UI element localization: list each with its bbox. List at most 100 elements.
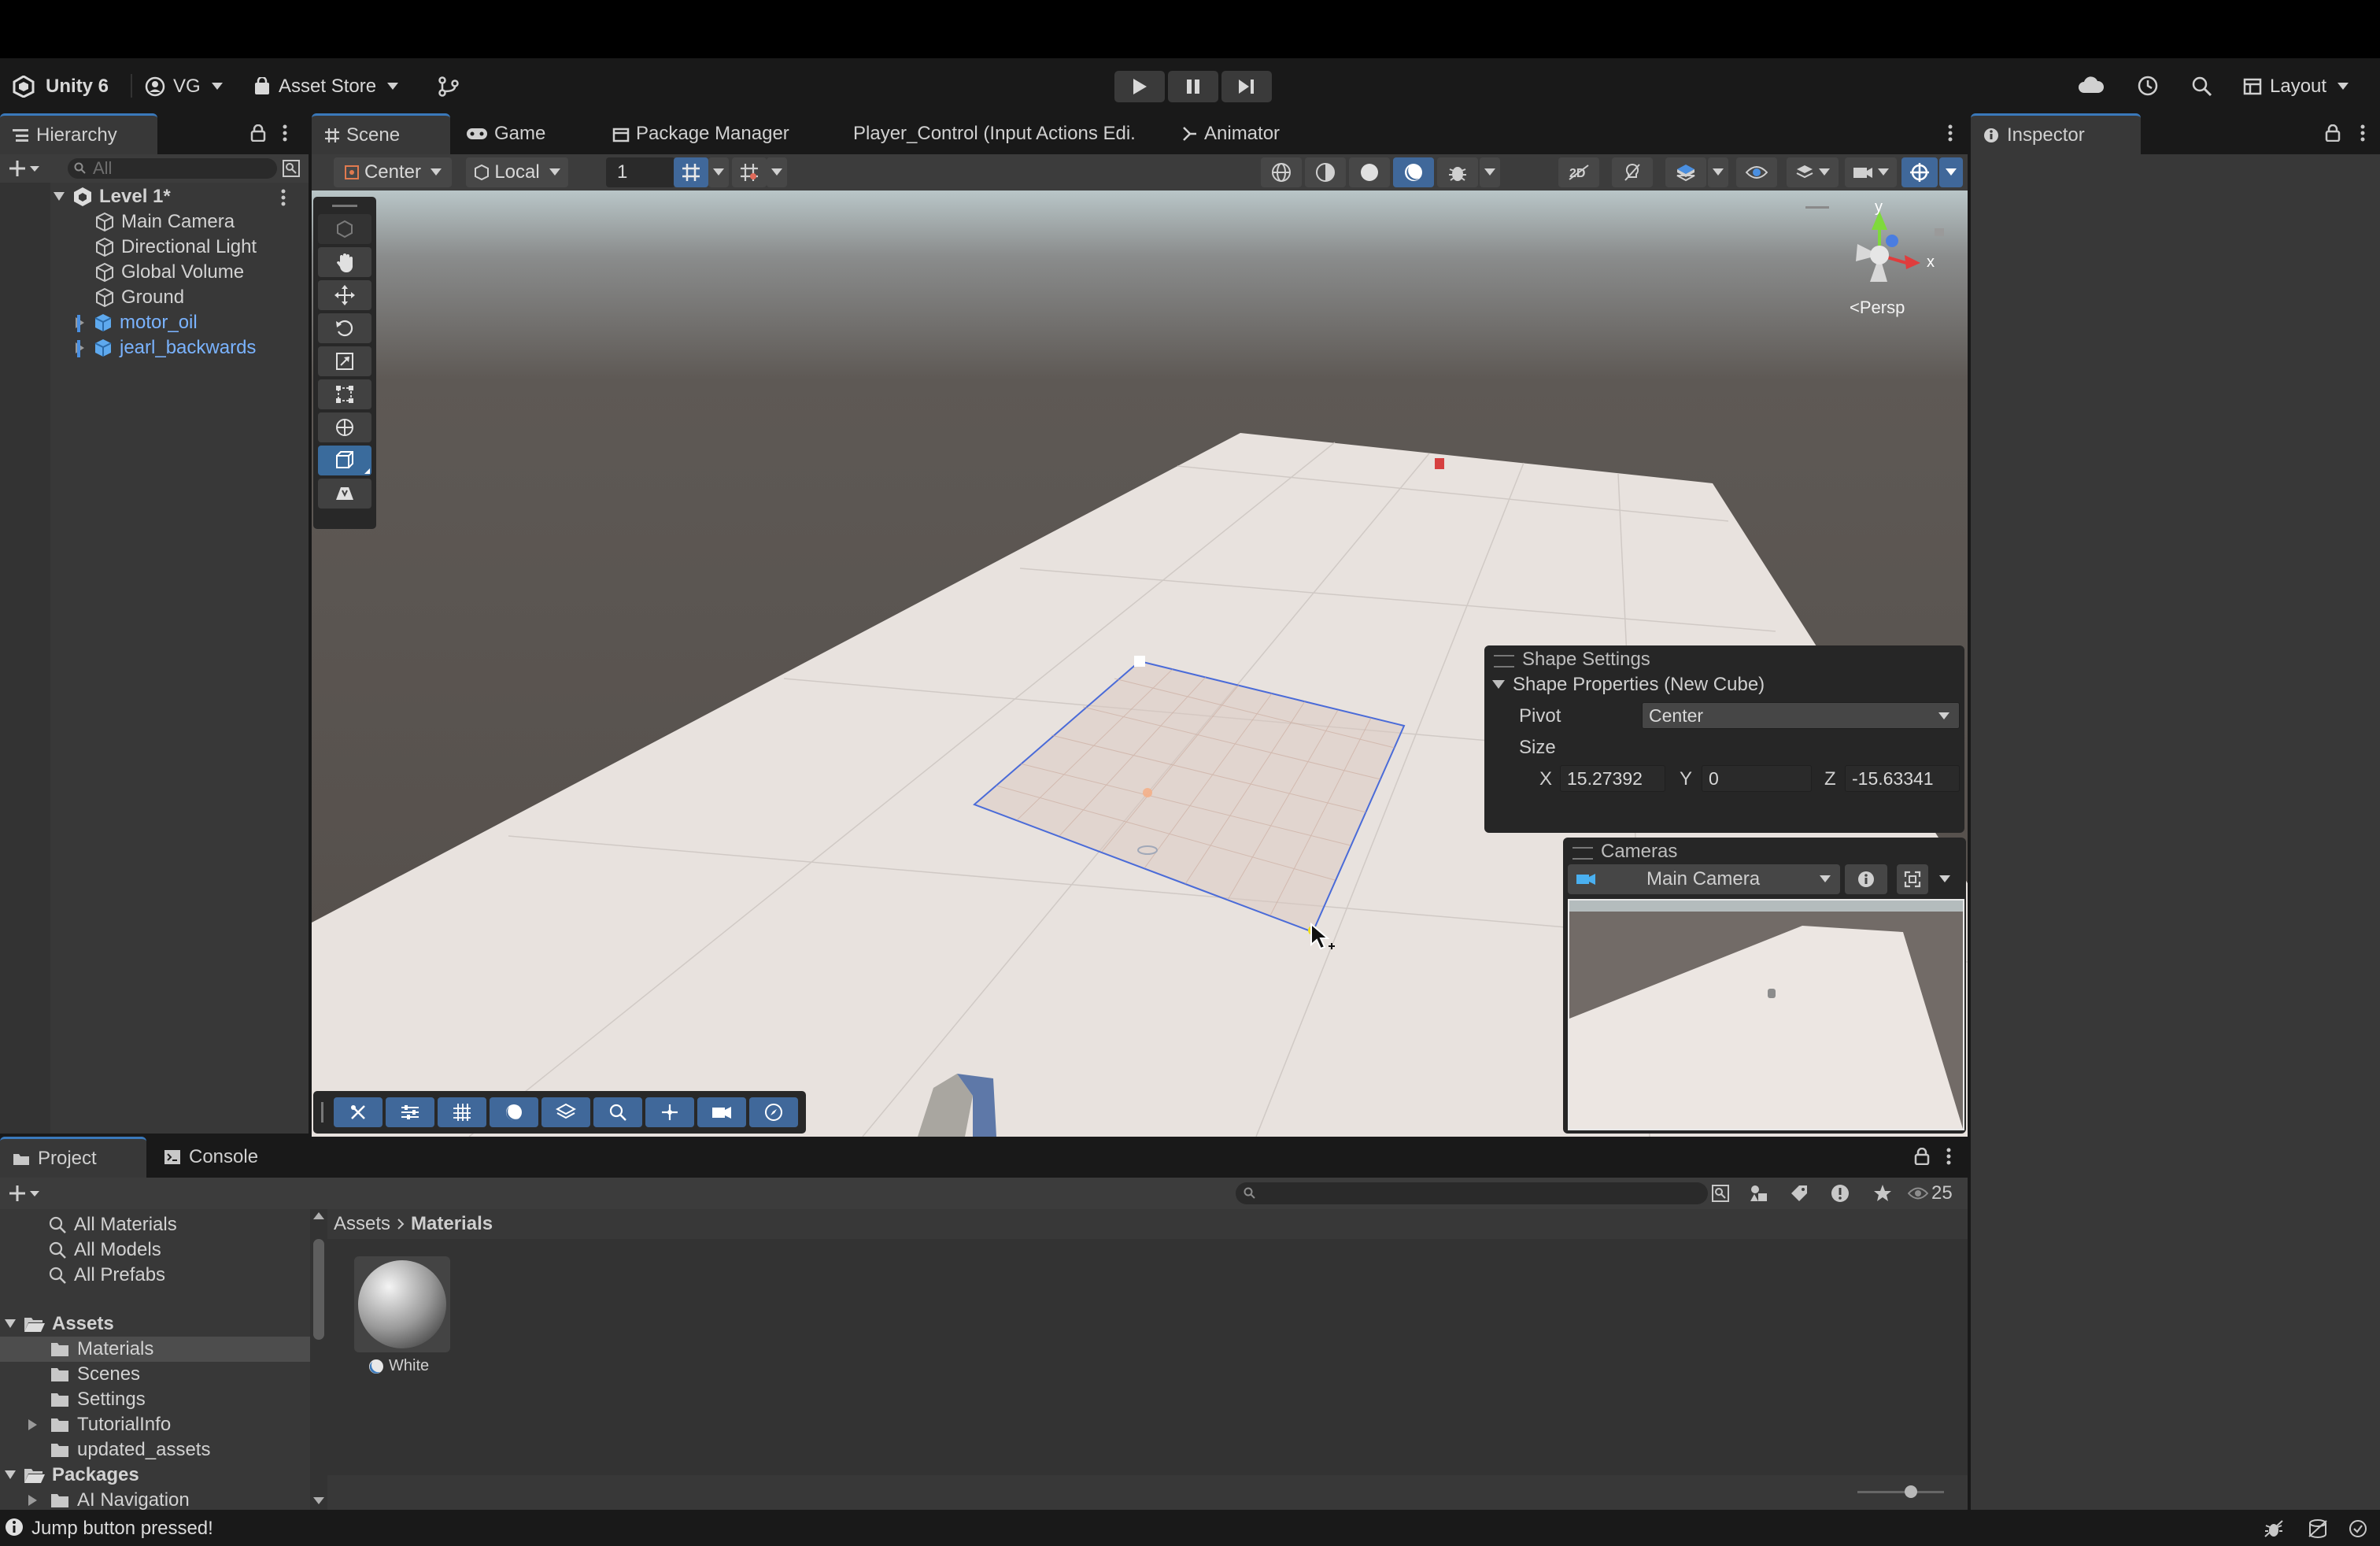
pause-button[interactable] (1168, 71, 1218, 102)
hierarchy-item[interactable]: Ground (0, 285, 307, 310)
layout-dropdown[interactable]: Layout (2243, 72, 2369, 101)
layers-overlay-button[interactable] (541, 1097, 590, 1127)
overlay-drag-handle[interactable] (1494, 655, 1514, 668)
scale-tool-button[interactable] (318, 346, 371, 376)
hierarchy-item[interactable]: Global Volume (0, 260, 307, 285)
project-search-input[interactable] (1236, 1182, 1708, 1204)
add-plus-icon[interactable] (8, 159, 39, 178)
warning-filter-icon[interactable] (1831, 1184, 1850, 1203)
effects-dropdown[interactable] (1708, 157, 1728, 187)
version-control-icon[interactable] (438, 76, 460, 98)
grid-overlay-button[interactable] (438, 1097, 486, 1127)
folder-item-tutorialinfo[interactable]: TutorialInfo (28, 1412, 171, 1437)
scene-viewport[interactable]: y x <Persp Shape Settings Shape Properti… (312, 190, 1968, 1137)
debug-draw-button[interactable] (1437, 157, 1478, 187)
scrollbar-thumb[interactable] (313, 1239, 324, 1340)
kebab-menu-icon[interactable] (280, 189, 286, 206)
folder-item-updated-assets[interactable]: updated_assets (50, 1437, 210, 1463)
search-filter-icon[interactable] (1711, 1184, 1730, 1203)
play-button[interactable] (1114, 71, 1165, 102)
account-dropdown[interactable]: VG (145, 72, 231, 101)
cache-server-icon[interactable] (2308, 1519, 2328, 1538)
history-icon[interactable] (2136, 74, 2160, 98)
rotate-tool-button[interactable] (318, 313, 371, 343)
scroll-down-icon[interactable] (313, 1497, 324, 1505)
asset-tile-white[interactable]: White (354, 1256, 450, 1374)
tab-project[interactable]: Project (0, 1137, 146, 1178)
packages-root-item[interactable]: Packages (5, 1463, 139, 1488)
tab-input-actions[interactable]: Player_Control (Input Actions Edi. (841, 113, 1155, 154)
tab-console[interactable]: Console (151, 1137, 293, 1178)
lock-icon[interactable] (1914, 1148, 1930, 1165)
tab-animator[interactable]: Animator (1170, 113, 1327, 154)
grid-snap-dropdown[interactable] (708, 157, 729, 187)
gizmos-dropdown[interactable] (1939, 157, 1963, 187)
hierarchy-item[interactable]: Main Camera (0, 209, 307, 235)
zoom-slider-thumb[interactable] (1905, 1485, 1917, 1498)
size-x-field[interactable]: 15.27392 (1560, 765, 1665, 792)
lock-icon[interactable] (250, 124, 266, 142)
hand-tool-button[interactable] (318, 247, 371, 277)
draw-mode-unlit-button[interactable] (1349, 157, 1390, 187)
scene-root-item[interactable]: Level 1* (0, 184, 307, 209)
grid-snap-toggle[interactable] (674, 157, 708, 187)
overlay-drag-handle[interactable] (321, 1102, 323, 1123)
folder-tree-scrollbar[interactable] (310, 1209, 327, 1510)
compass-overlay-button[interactable] (749, 1097, 798, 1127)
search-icon[interactable] (2191, 76, 2213, 98)
search-filter-icon[interactable] (282, 159, 301, 178)
draw-mode-shaded-button[interactable] (1393, 157, 1434, 187)
grid-size-field[interactable]: 1 (606, 157, 675, 187)
kebab-menu-icon[interactable] (282, 124, 288, 142)
tab-game[interactable]: Game (453, 113, 595, 154)
toggle-audio-button[interactable] (1665, 157, 1706, 187)
search-overlay-button[interactable] (593, 1097, 642, 1127)
overlay-drag-handle[interactable] (332, 205, 357, 207)
filter-by-label-icon[interactable] (1790, 1184, 1809, 1203)
toggle-lighting-button[interactable] (1612, 157, 1653, 187)
camera-overlay-button[interactable] (697, 1097, 746, 1127)
size-z-field[interactable]: -15.63341 (1845, 765, 1960, 792)
step-button[interactable] (1221, 71, 1272, 102)
cloud-icon[interactable] (2078, 76, 2105, 96)
probuilder-shape-tool-button[interactable] (318, 446, 371, 475)
folder-item-settings[interactable]: Settings (50, 1387, 146, 1412)
status-message[interactable]: Jump button pressed! (31, 1518, 213, 1540)
filter-by-type-icon[interactable] (1749, 1184, 1769, 1203)
tab-inspector[interactable]: Inspector (1971, 113, 2141, 154)
custom-tool-button[interactable] (318, 479, 371, 509)
folder-item-materials[interactable]: Materials (0, 1337, 310, 1362)
kebab-menu-icon[interactable] (2360, 124, 2366, 142)
favorite-star-icon[interactable] (1873, 1184, 1892, 1203)
camera-settings-dropdown[interactable] (1845, 157, 1897, 187)
camera-options-dropdown[interactable] (1930, 864, 1960, 894)
adjust-settings-button[interactable] (386, 1097, 434, 1127)
camera-select-dropdown[interactable]: Main Camera (1568, 864, 1840, 894)
layers-visibility-dropdown[interactable] (1787, 157, 1839, 187)
debug-draw-dropdown[interactable] (1480, 157, 1500, 187)
collapse-arrow-icon[interactable] (1492, 680, 1505, 690)
add-plus-icon[interactable] (8, 1184, 39, 1203)
size-y-field[interactable]: 0 (1702, 765, 1812, 792)
camera-inspect-button[interactable] (1845, 864, 1887, 894)
projection-toggle[interactable]: <Persp (1850, 298, 1905, 318)
debug-mode-icon[interactable] (2264, 1519, 2284, 1538)
breadcrumb-item[interactable]: Materials (411, 1213, 493, 1235)
kebab-menu-icon[interactable] (1947, 124, 1953, 142)
tab-package-manager[interactable]: Package Manager (600, 113, 828, 154)
gizmo-drag-handle[interactable] (1805, 206, 1829, 209)
hidden-packages-toggle[interactable]: 25 (1908, 1182, 1953, 1204)
breadcrumb-item[interactable]: Assets (334, 1213, 390, 1235)
draw-mode-wireframe-button[interactable] (1261, 157, 1302, 187)
progress-check-icon[interactable] (2349, 1519, 2367, 1538)
lock-icon[interactable] (2325, 124, 2341, 142)
move-tool-button[interactable] (318, 280, 371, 310)
pivot-rotation-dropdown[interactable]: Local (466, 157, 568, 187)
hierarchy-search-input[interactable]: All (68, 158, 277, 179)
favorite-search-item[interactable]: All Models (49, 1237, 161, 1263)
view-tool-button[interactable] (318, 214, 371, 244)
draw-mode-shaded-wire-button[interactable] (1305, 157, 1346, 187)
rect-tool-button[interactable] (318, 379, 371, 409)
kebab-menu-icon[interactable] (1946, 1148, 1952, 1165)
zoom-slider-track[interactable] (1857, 1491, 1944, 1493)
